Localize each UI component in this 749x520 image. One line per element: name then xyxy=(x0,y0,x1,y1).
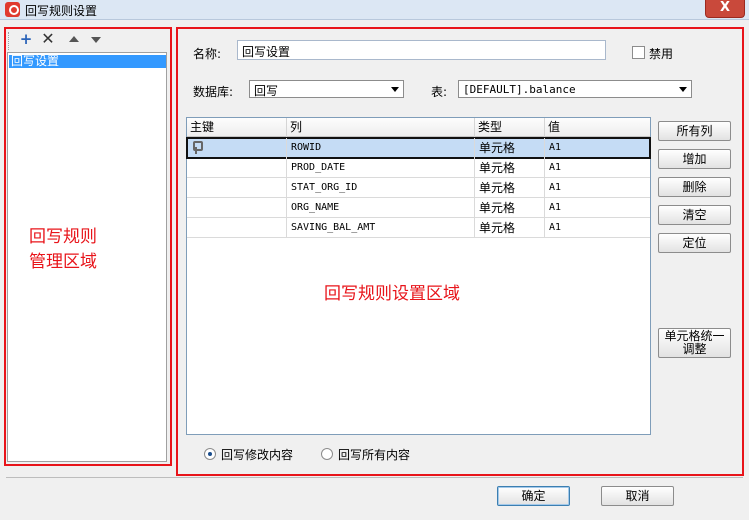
type-cell[interactable]: 单元格 xyxy=(475,158,545,178)
type-cell[interactable]: 单元格 xyxy=(475,198,545,218)
column-cell[interactable]: SAVING_BAL_AMT xyxy=(287,218,475,238)
database-select[interactable]: 回写 xyxy=(249,80,404,98)
cell-unify-line2: 调整 xyxy=(682,342,707,356)
write-all-label: 回写所有内容 xyxy=(338,448,411,462)
rule-area-annotation-line2: 管理区域 xyxy=(29,252,97,272)
header-value[interactable]: 值 xyxy=(545,118,650,137)
rule-area-annotation-line1: 回写规则 xyxy=(29,227,97,247)
close-button[interactable]: X xyxy=(705,0,745,18)
header-type[interactable]: 类型 xyxy=(475,118,545,137)
all-columns-button[interactable]: 所有列 xyxy=(658,121,731,141)
write-modified-radio[interactable] xyxy=(204,448,216,460)
database-value: 回写 xyxy=(254,84,279,98)
key-cell[interactable] xyxy=(187,158,287,178)
ok-button[interactable]: 确定 xyxy=(497,486,570,506)
header-column[interactable]: 列 xyxy=(287,118,475,137)
table-value: [DEFAULT].balance xyxy=(463,83,576,96)
window-title: 回写规则设置 xyxy=(25,4,98,18)
key-cell[interactable] xyxy=(187,138,287,158)
chevron-down-icon xyxy=(391,87,399,92)
key-cell[interactable] xyxy=(187,218,287,238)
value-cell[interactable]: A1 xyxy=(545,178,650,198)
column-cell[interactable]: ROWID xyxy=(287,138,475,158)
key-cell[interactable] xyxy=(187,198,287,218)
settings-area-annotation: 回写规则设置区域 xyxy=(324,284,460,304)
column-cell[interactable]: ORG_NAME xyxy=(287,198,475,218)
name-label: 名称: xyxy=(193,47,222,61)
type-cell[interactable]: 单元格 xyxy=(475,218,545,238)
chevron-down-icon xyxy=(679,87,687,92)
locate-button[interactable]: 定位 xyxy=(658,233,731,253)
grid-header: 主键 列 类型 值 xyxy=(187,118,650,137)
value-cell[interactable]: A1 xyxy=(545,218,650,238)
rule-toolbar: + ✕ xyxy=(8,31,168,50)
footer-divider xyxy=(6,477,743,478)
disable-checkbox[interactable] xyxy=(632,46,645,59)
name-input[interactable]: 回写设置 xyxy=(237,40,606,60)
add-button[interactable]: 增加 xyxy=(658,149,731,169)
table-row[interactable]: SAVING_BAL_AMT 单元格 A1 xyxy=(187,218,650,238)
table-row[interactable]: PROD_DATE 单元格 A1 xyxy=(187,158,650,178)
table-row[interactable]: STAT_ORG_ID 单元格 A1 xyxy=(187,178,650,198)
rule-item[interactable]: 回写设置 xyxy=(9,55,166,68)
table-row[interactable]: ROWID 单元格 A1 xyxy=(186,137,651,159)
key-icon xyxy=(193,141,203,154)
add-rule-icon[interactable]: + xyxy=(19,32,33,47)
write-all-radio[interactable] xyxy=(321,448,333,460)
delete-rule-icon[interactable]: ✕ xyxy=(41,31,55,47)
move-down-icon[interactable] xyxy=(89,32,103,46)
app-icon xyxy=(5,2,20,17)
value-cell[interactable]: A1 xyxy=(545,198,650,218)
value-cell[interactable]: A1 xyxy=(545,138,650,158)
database-label: 数据库: xyxy=(193,85,234,99)
table-label: 表: xyxy=(431,85,448,99)
column-grid[interactable]: 主键 列 类型 值 ROWID 单元格 A1 PROD_DATE 单元格 A1 … xyxy=(186,117,651,435)
table-select[interactable]: [DEFAULT].balance xyxy=(458,80,692,98)
type-cell[interactable]: 单元格 xyxy=(475,178,545,198)
title-bar: 回写规则设置 X xyxy=(0,0,749,20)
delete-button[interactable]: 删除 xyxy=(658,177,731,197)
type-cell[interactable]: 单元格 xyxy=(475,138,545,158)
key-cell[interactable] xyxy=(187,178,287,198)
cancel-button[interactable]: 取消 xyxy=(601,486,674,506)
move-up-icon[interactable] xyxy=(67,32,81,46)
cell-unify-adjust-button[interactable]: 单元格统一 调整 xyxy=(658,328,731,358)
header-key[interactable]: 主键 xyxy=(187,118,287,137)
column-cell[interactable]: STAT_ORG_ID xyxy=(287,178,475,198)
disable-label: 禁用 xyxy=(649,47,674,61)
write-modified-label: 回写修改内容 xyxy=(221,448,294,462)
value-cell[interactable]: A1 xyxy=(545,158,650,178)
clear-button[interactable]: 清空 xyxy=(658,205,731,225)
table-row[interactable]: ORG_NAME 单元格 A1 xyxy=(187,198,650,218)
column-cell[interactable]: PROD_DATE xyxy=(287,158,475,178)
